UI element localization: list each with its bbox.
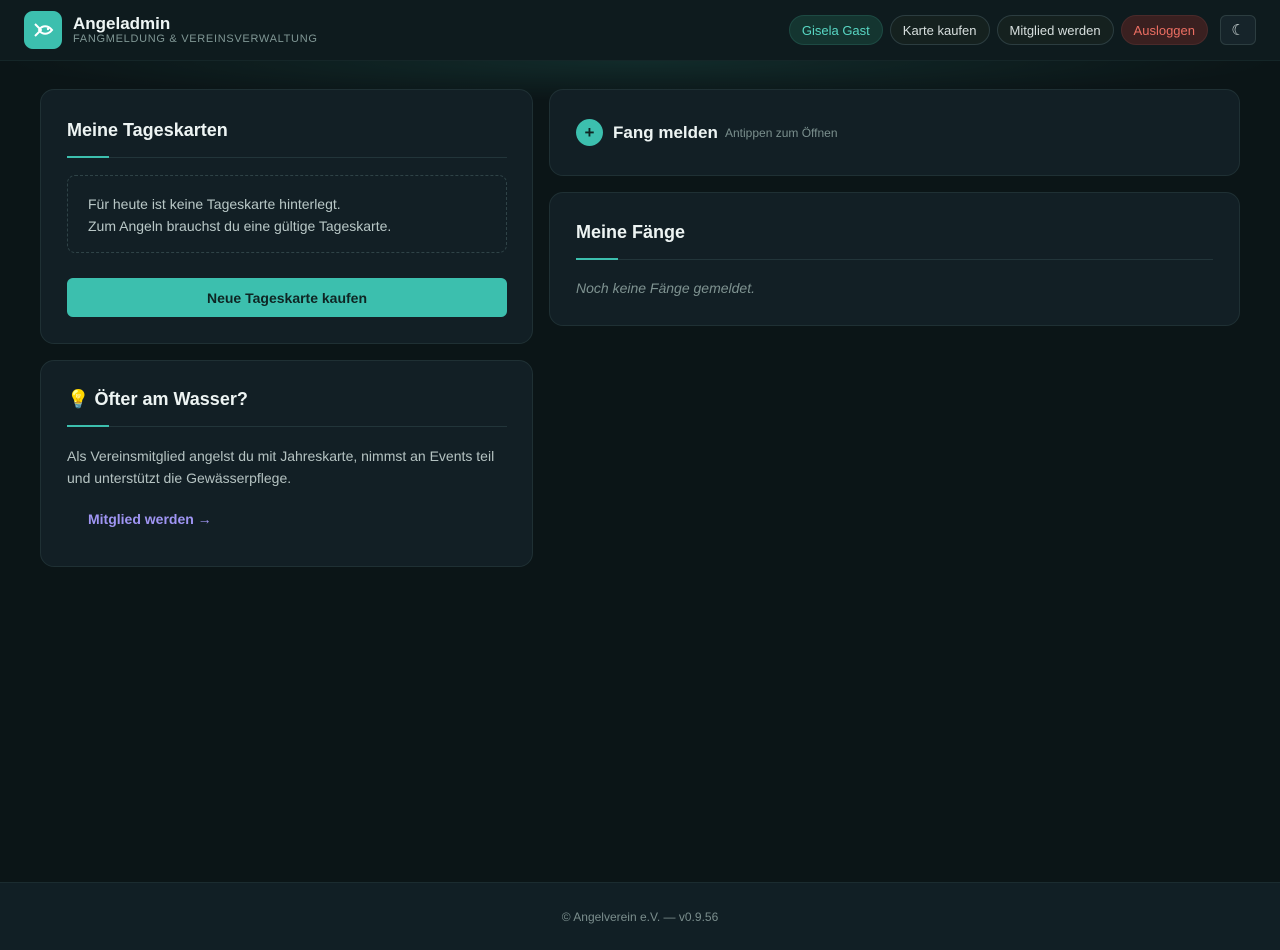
report-catch-title[interactable]: Fang melden xyxy=(613,123,718,143)
membership-promo-card: 💡 Öfter am Wasser? Als Vereinsmitglied a… xyxy=(40,360,533,567)
logout-button[interactable]: Ausloggen xyxy=(1120,15,1208,45)
user-badge[interactable]: Gisela Gast xyxy=(788,15,883,45)
lightbulb-icon: 💡 xyxy=(67,389,90,409)
fish-logo-icon[interactable] xyxy=(24,11,62,49)
top-nav: Gisela Gast Karte kaufen Mitglied werden… xyxy=(782,15,1256,45)
report-catch-hint: Antippen zum Öffnen xyxy=(725,126,838,140)
day-cards-title: Meine Tageskarten xyxy=(67,120,228,140)
promo-divider xyxy=(67,425,507,427)
report-catch-card[interactable]: + Fang melden Antippen zum Öffnen xyxy=(549,89,1240,176)
my-catches-divider xyxy=(576,258,1213,260)
become-member-link[interactable]: Mitglied werden → xyxy=(88,511,212,527)
footer: © Angelverein e.V. — v0.9.56 xyxy=(0,882,1280,950)
day-cards-divider xyxy=(67,156,507,158)
promo-title: 💡 Öfter am Wasser? xyxy=(67,389,248,410)
my-catches-empty-state: Noch keine Fänge gemeldet. xyxy=(576,280,755,296)
promo-text: Als Vereinsmitglied angelst du mit Jahre… xyxy=(67,448,495,486)
day-cards-empty-state: Für heute ist keine Tageskarte hinterleg… xyxy=(67,175,507,253)
promo-title-text: Öfter am Wasser? xyxy=(94,389,248,409)
empty-line-2: Zum Angeln brauchst du eine gültige Tage… xyxy=(88,218,392,234)
empty-line-1: Für heute ist keine Tageskarte hinterleg… xyxy=(88,196,341,212)
buy-day-card-button[interactable]: Neue Tageskarte kaufen xyxy=(67,278,507,317)
app-title: Angeladmin xyxy=(73,14,171,33)
become-member-button[interactable]: Mitglied werden xyxy=(996,15,1114,45)
app-subtitle: FANGMELDUNG & VEREINSVERWALTUNG xyxy=(73,33,318,45)
top-bar: Angeladmin FANGMELDUNG & VEREINSVERWALTU… xyxy=(0,0,1280,61)
footer-text: © Angelverein e.V. — v0.9.56 xyxy=(561,909,719,924)
my-catches-card: Meine Fänge Noch keine Fänge gemeldet. xyxy=(549,192,1240,326)
buy-card-button[interactable]: Karte kaufen xyxy=(889,15,990,45)
theme-toggle-moon-icon[interactable]: ☾ xyxy=(1220,15,1256,45)
my-catches-title: Meine Fänge xyxy=(576,222,686,242)
plus-icon[interactable]: + xyxy=(576,119,603,146)
day-cards-card: Meine Tageskarten Für heute ist keine Ta… xyxy=(40,89,533,344)
